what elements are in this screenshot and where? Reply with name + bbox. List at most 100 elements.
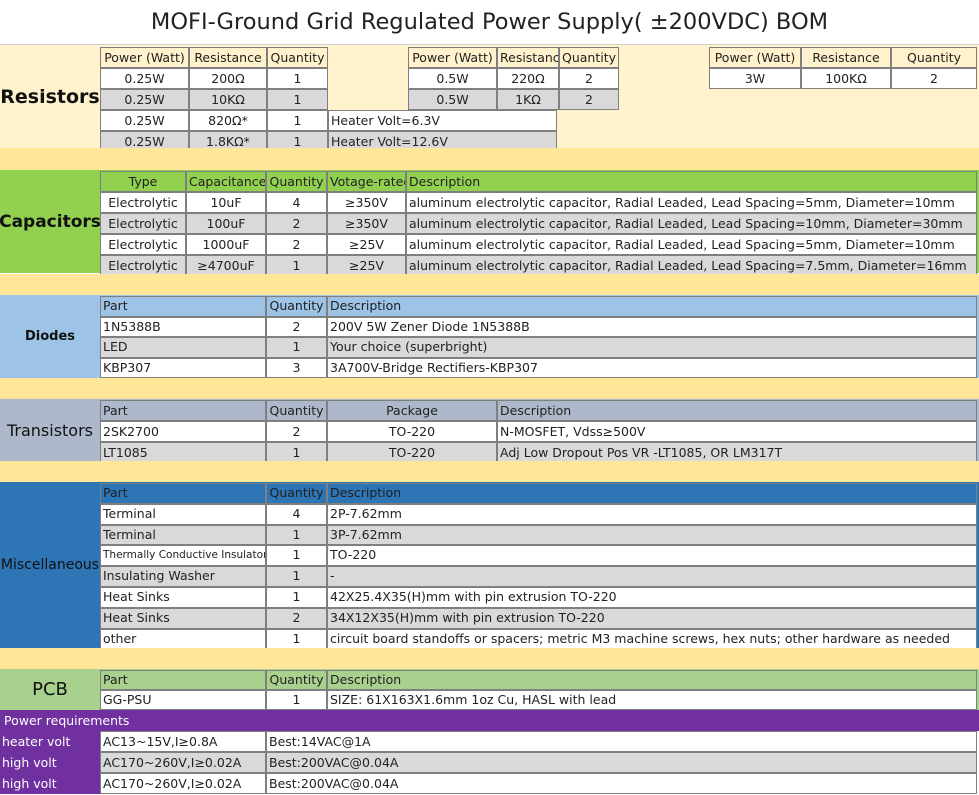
table-cell: 3 <box>266 357 327 378</box>
table-cell: 1 <box>266 690 327 710</box>
table-cell: 200Ω <box>189 68 267 89</box>
table-cell: 3A700V-Bridge Rectifiers-KBP307 <box>327 357 977 378</box>
table-cell: 1KΩ <box>497 89 559 110</box>
table-cell: 2 <box>891 68 977 89</box>
table-cell: ≥350V <box>327 213 406 234</box>
table-cell: 1 <box>267 68 328 89</box>
header-cell: Description <box>406 171 977 192</box>
table-cell: LED <box>100 337 266 358</box>
table-cell: 1 <box>266 587 327 608</box>
table-cell: Electrolytic <box>100 192 186 213</box>
table-cell: 820Ω* <box>189 110 267 131</box>
header-cell: Description <box>327 670 977 690</box>
table-cell: aluminum electrolytic capacitor, Radial … <box>406 192 977 213</box>
power-row-label: high volt <box>0 752 100 773</box>
table-cell: 100uF <box>186 213 266 234</box>
table-cell: ≥350V <box>327 192 406 213</box>
table-cell: ≥25V <box>327 234 406 255</box>
header-cell: Description <box>327 483 977 504</box>
header-cell: Part <box>100 483 266 504</box>
power-best: Best:14VAC@1A <box>266 731 977 752</box>
table-cell: 1 <box>266 524 327 546</box>
header-cell: Quantity <box>267 47 328 68</box>
header-cell: Package <box>327 400 497 421</box>
table-cell: aluminum electrolytic capacitor, Radial … <box>406 213 977 234</box>
table-cell: 1 <box>266 255 327 276</box>
table-cell: 3P-7.62mm <box>327 524 977 546</box>
header-cell: Power (Watt) <box>709 47 801 68</box>
table-cell: Terminal <box>100 503 266 525</box>
table-cell: 1 <box>266 628 327 650</box>
table-cell: 1 <box>267 89 328 110</box>
table-cell: Electrolytic <box>100 255 186 276</box>
table-cell: 0.25W <box>100 110 189 131</box>
header-cell: Power (Watt) <box>100 47 189 68</box>
header-cell: Power (Watt) <box>408 47 497 68</box>
table-cell: 100KΩ <box>801 68 891 89</box>
table-cell: other <box>100 628 266 650</box>
table-cell: SIZE: 61X163X1.6mm 1oz Cu, HASL with lea… <box>327 690 977 710</box>
heater-volt-note: Heater Volt=6.3V <box>328 110 557 131</box>
table-cell: aluminum electrolytic capacitor, Radial … <box>406 255 977 276</box>
resistors-label: Resistors <box>0 85 100 108</box>
table-cell: 0.5W <box>408 68 497 89</box>
power-spec: AC13~15V,I≥0.8A <box>100 731 266 752</box>
page-title: MOFI-Ground Grid Regulated Power Supply(… <box>0 0 979 45</box>
power-spec: AC170~260V,I≥0.02A <box>100 773 266 794</box>
table-cell: 42X25.4X35(H)mm with pin extrusion TO-22… <box>327 587 977 608</box>
table-cell: 2P-7.62mm <box>327 503 977 525</box>
power-requirements-header: Power requirements <box>4 713 130 728</box>
table-cell: 10KΩ <box>189 89 267 110</box>
header-cell: Resistance <box>189 47 267 68</box>
header-cell: Part <box>100 400 266 421</box>
table-cell: 1 <box>267 110 328 131</box>
header-cell: Description <box>327 296 977 317</box>
table-cell: 4 <box>266 503 327 525</box>
table-cell: 10uF <box>186 192 266 213</box>
misc-label: Miscellaneous <box>0 557 100 573</box>
table-cell: 2 <box>266 213 327 234</box>
table-cell: 2 <box>266 316 327 337</box>
table-cell: Adj Low Dropout Pos VR -LT1085, OR LM317… <box>497 442 977 463</box>
table-cell: Terminal <box>100 524 266 546</box>
header-cell: Quantity <box>266 670 327 690</box>
table-cell: 4 <box>266 192 327 213</box>
header-cell: Part <box>100 670 266 690</box>
table-cell: Electrolytic <box>100 234 186 255</box>
table-cell: ≥25V <box>327 255 406 276</box>
header-cell: Quantity <box>266 483 327 504</box>
table-cell: 0.25W <box>100 68 189 89</box>
table-cell: 1 <box>266 566 327 587</box>
table-cell: circuit board standoffs or spacers; metr… <box>327 628 977 650</box>
header-cell: Quantity <box>266 296 327 317</box>
table-cell: ≥4700uF <box>186 255 266 276</box>
header-cell: Part <box>100 296 266 317</box>
header-cell: Description <box>497 400 977 421</box>
table-cell: Heat Sinks <box>100 607 266 629</box>
power-spec: AC170~260V,I≥0.02A <box>100 752 266 773</box>
table-cell: 1000uF <box>186 234 266 255</box>
header-cell: Resistance <box>801 47 891 68</box>
table-cell: 3W <box>709 68 801 89</box>
table-cell: 0.5W <box>408 89 497 110</box>
header-cell: Type <box>100 171 186 192</box>
section-spacer <box>0 274 979 295</box>
table-cell: 2 <box>266 421 327 442</box>
header-cell: Capacitance <box>186 171 266 192</box>
header-cell: Resistance <box>497 47 559 68</box>
table-cell: - <box>327 566 977 587</box>
table-cell: Insulating Washer <box>100 566 266 587</box>
table-cell: 2 <box>559 68 619 89</box>
table-cell: 1 <box>266 545 327 567</box>
table-cell: TO-220 <box>327 421 497 442</box>
table-cell: LT1085 <box>100 442 266 463</box>
table-cell: 2 <box>266 234 327 255</box>
table-cell: 1 <box>266 337 327 358</box>
table-cell: 34X12X35(H)mm with pin extrusion TO-220 <box>327 607 977 629</box>
header-cell: Votage-rated <box>327 171 406 192</box>
table-cell: KBP307 <box>100 357 266 378</box>
table-cell: 1N5388B <box>100 316 266 337</box>
table-cell: 0.25W <box>100 89 189 110</box>
section-spacer <box>0 461 979 482</box>
header-cell: Quantity <box>891 47 977 68</box>
